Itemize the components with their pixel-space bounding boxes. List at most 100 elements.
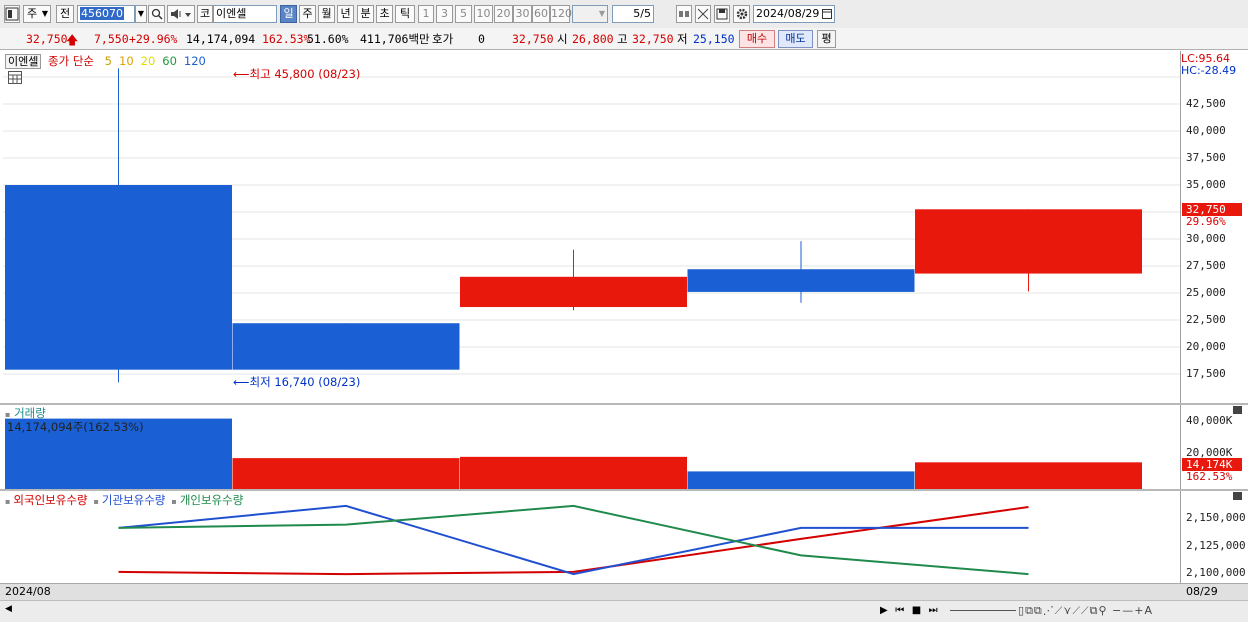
chart-scrollbar[interactable]: ◀ ▶ ⏮ ■ ⏭ ▯⧉⧉⋰⟋⋎⟋⟋⧉⚲ −—+A: [0, 600, 1248, 622]
search-icon[interactable]: [148, 5, 165, 23]
zoom-out-icon[interactable]: −: [1112, 604, 1122, 617]
volume-bar: [232, 458, 460, 489]
page-indicator[interactable]: 5/5: [612, 5, 654, 23]
legend-bullet-icon: ▪: [5, 497, 11, 506]
legend-ma-60[interactable]: 60: [162, 54, 177, 68]
panel-divider[interactable]: [0, 403, 1248, 405]
buy-button[interactable]: 매수: [739, 30, 775, 48]
legend-series-0[interactable]: 외국인보유수량: [13, 493, 87, 507]
legend-stock-name[interactable]: 이엔셀: [5, 54, 42, 69]
x-axis: 2024/08 08/29: [0, 583, 1248, 600]
price-tick-label: 35,000: [1186, 178, 1226, 191]
zoom-slider[interactable]: [950, 610, 1016, 611]
market-button[interactable]: 코: [197, 5, 213, 23]
close-icon[interactable]: [1233, 406, 1242, 414]
legend-ma-20[interactable]: 20: [141, 54, 156, 68]
tool-icon[interactable]: ⟋: [1081, 604, 1090, 617]
holding-line-2: [118, 504, 1029, 576]
hoga-label: 호가: [432, 32, 454, 46]
chevron-down-icon: ▼: [137, 9, 145, 18]
tab-day[interactable]: 일: [280, 5, 297, 23]
interval-button[interactable]: 5: [455, 5, 472, 23]
minus-icon[interactable]: —: [1122, 604, 1134, 617]
candle-body: [460, 276, 687, 308]
play-icon[interactable]: ▶: [880, 605, 888, 616]
volume-bar: [460, 456, 687, 489]
code-dropdown[interactable]: ▼: [135, 5, 147, 23]
panel-divider[interactable]: [0, 489, 1248, 491]
interval-button[interactable]: 3: [436, 5, 453, 23]
price-tick-label: 37,500: [1186, 151, 1226, 164]
close-icon[interactable]: [1233, 492, 1242, 500]
tab-second[interactable]: 초: [376, 5, 393, 23]
volume-tick-label: 40,000K: [1186, 414, 1233, 427]
legend-bullet-icon: ▪: [171, 497, 177, 506]
legend-ma-type[interactable]: 종가 단순: [48, 54, 94, 68]
prev-button[interactable]: 전: [56, 5, 74, 23]
low-label: 저: [677, 32, 688, 46]
price-tick-label: 42,500: [1186, 97, 1226, 110]
forward-icon[interactable]: ⏭: [929, 605, 938, 616]
price-tick-label: 25,000: [1186, 286, 1226, 299]
candle-body: [232, 323, 460, 370]
low-price: 25,150: [693, 32, 735, 46]
date-input[interactable]: 2024/08/29: [753, 5, 835, 23]
stock-name-field[interactable]: 이엔셀: [213, 5, 277, 23]
zoom-in-icon[interactable]: +: [1134, 604, 1144, 617]
candle-body: [915, 209, 1142, 274]
sell-button[interactable]: 매도: [778, 30, 813, 48]
period-type-select[interactable]: 주 ▼: [23, 5, 51, 23]
holding-line-0: [118, 506, 1029, 576]
legend-ma-10[interactable]: 10: [119, 54, 134, 68]
candle-body: [5, 185, 232, 370]
tab-month[interactable]: 월: [318, 5, 335, 23]
draw-tool-icon[interactable]: [695, 5, 711, 23]
tool-icon[interactable]: ⟋: [1072, 604, 1081, 617]
holding-legend: ▪ 외국인보유수량 ▪ 기관보유수량 ▪ 개인보유수량: [5, 492, 243, 508]
chart-tools[interactable]: ▯⧉⧉⋰⟋⋎⟋⟋⧉⚲ −—+A: [1018, 604, 1153, 618]
stock-code-input[interactable]: 456070: [77, 5, 135, 23]
current-price: 32,750: [26, 32, 68, 46]
tool-icon[interactable]: ⚲: [1098, 604, 1107, 617]
save-icon[interactable]: [714, 5, 730, 23]
tab-year[interactable]: 년: [337, 5, 354, 23]
rewind-icon[interactable]: ⏮: [895, 605, 904, 616]
legend-series-2[interactable]: 개인보유수량: [180, 493, 243, 507]
tab-minute[interactable]: 분: [357, 5, 374, 23]
interval-button[interactable]: 120: [550, 5, 572, 23]
avg-button[interactable]: 평: [817, 30, 836, 48]
calendar-icon[interactable]: [822, 8, 832, 24]
tool-icon[interactable]: ⧉: [1025, 604, 1034, 617]
period-type-label: 주: [27, 7, 38, 20]
layout-icon[interactable]: [4, 5, 20, 23]
scroll-left-icon[interactable]: ◀: [5, 604, 12, 614]
interval-button[interactable]: 10: [474, 5, 493, 23]
tool-icon[interactable]: ⋰: [1043, 604, 1055, 617]
holding-tick-label: 2,100,000: [1186, 566, 1246, 579]
volume-ratio: 162.53%: [262, 32, 311, 46]
up-arrow-icon: 🡅: [66, 33, 79, 47]
legend-ma-5[interactable]: 5: [105, 54, 112, 68]
text-size-icon[interactable]: A: [1144, 604, 1153, 617]
tool-icon[interactable]: ⧉: [1034, 604, 1043, 617]
gear-icon[interactable]: [733, 5, 750, 23]
legend-ma-120[interactable]: 120: [184, 54, 206, 68]
tool-icon[interactable]: ▯: [1018, 604, 1025, 617]
tab-week[interactable]: 주: [299, 5, 316, 23]
stop-icon[interactable]: ■: [912, 605, 921, 616]
interval-button[interactable]: 60: [532, 5, 550, 23]
tab-tick[interactable]: 틱: [395, 5, 415, 23]
interval-button[interactable]: 20: [494, 5, 513, 23]
interval-input[interactable]: ▼: [572, 5, 608, 23]
price-tick-label: 27,500: [1186, 259, 1226, 272]
toolbar: 주 ▼ 전 456070 ▼ 코 이엔셀 일 주 월 년 분 초 틱 1 3 5…: [0, 0, 1248, 29]
speaker-icon[interactable]: [167, 5, 195, 23]
price-change: 7,550: [94, 32, 129, 46]
hc-label: HC:-28.49: [1181, 64, 1237, 77]
legend-series-1[interactable]: 기관보유수량: [102, 493, 165, 507]
holding-lines: [118, 504, 1029, 576]
interval-button[interactable]: 30: [513, 5, 532, 23]
link-icon[interactable]: [676, 5, 692, 23]
interval-button[interactable]: 1: [418, 5, 434, 23]
table-icon[interactable]: [8, 71, 22, 87]
